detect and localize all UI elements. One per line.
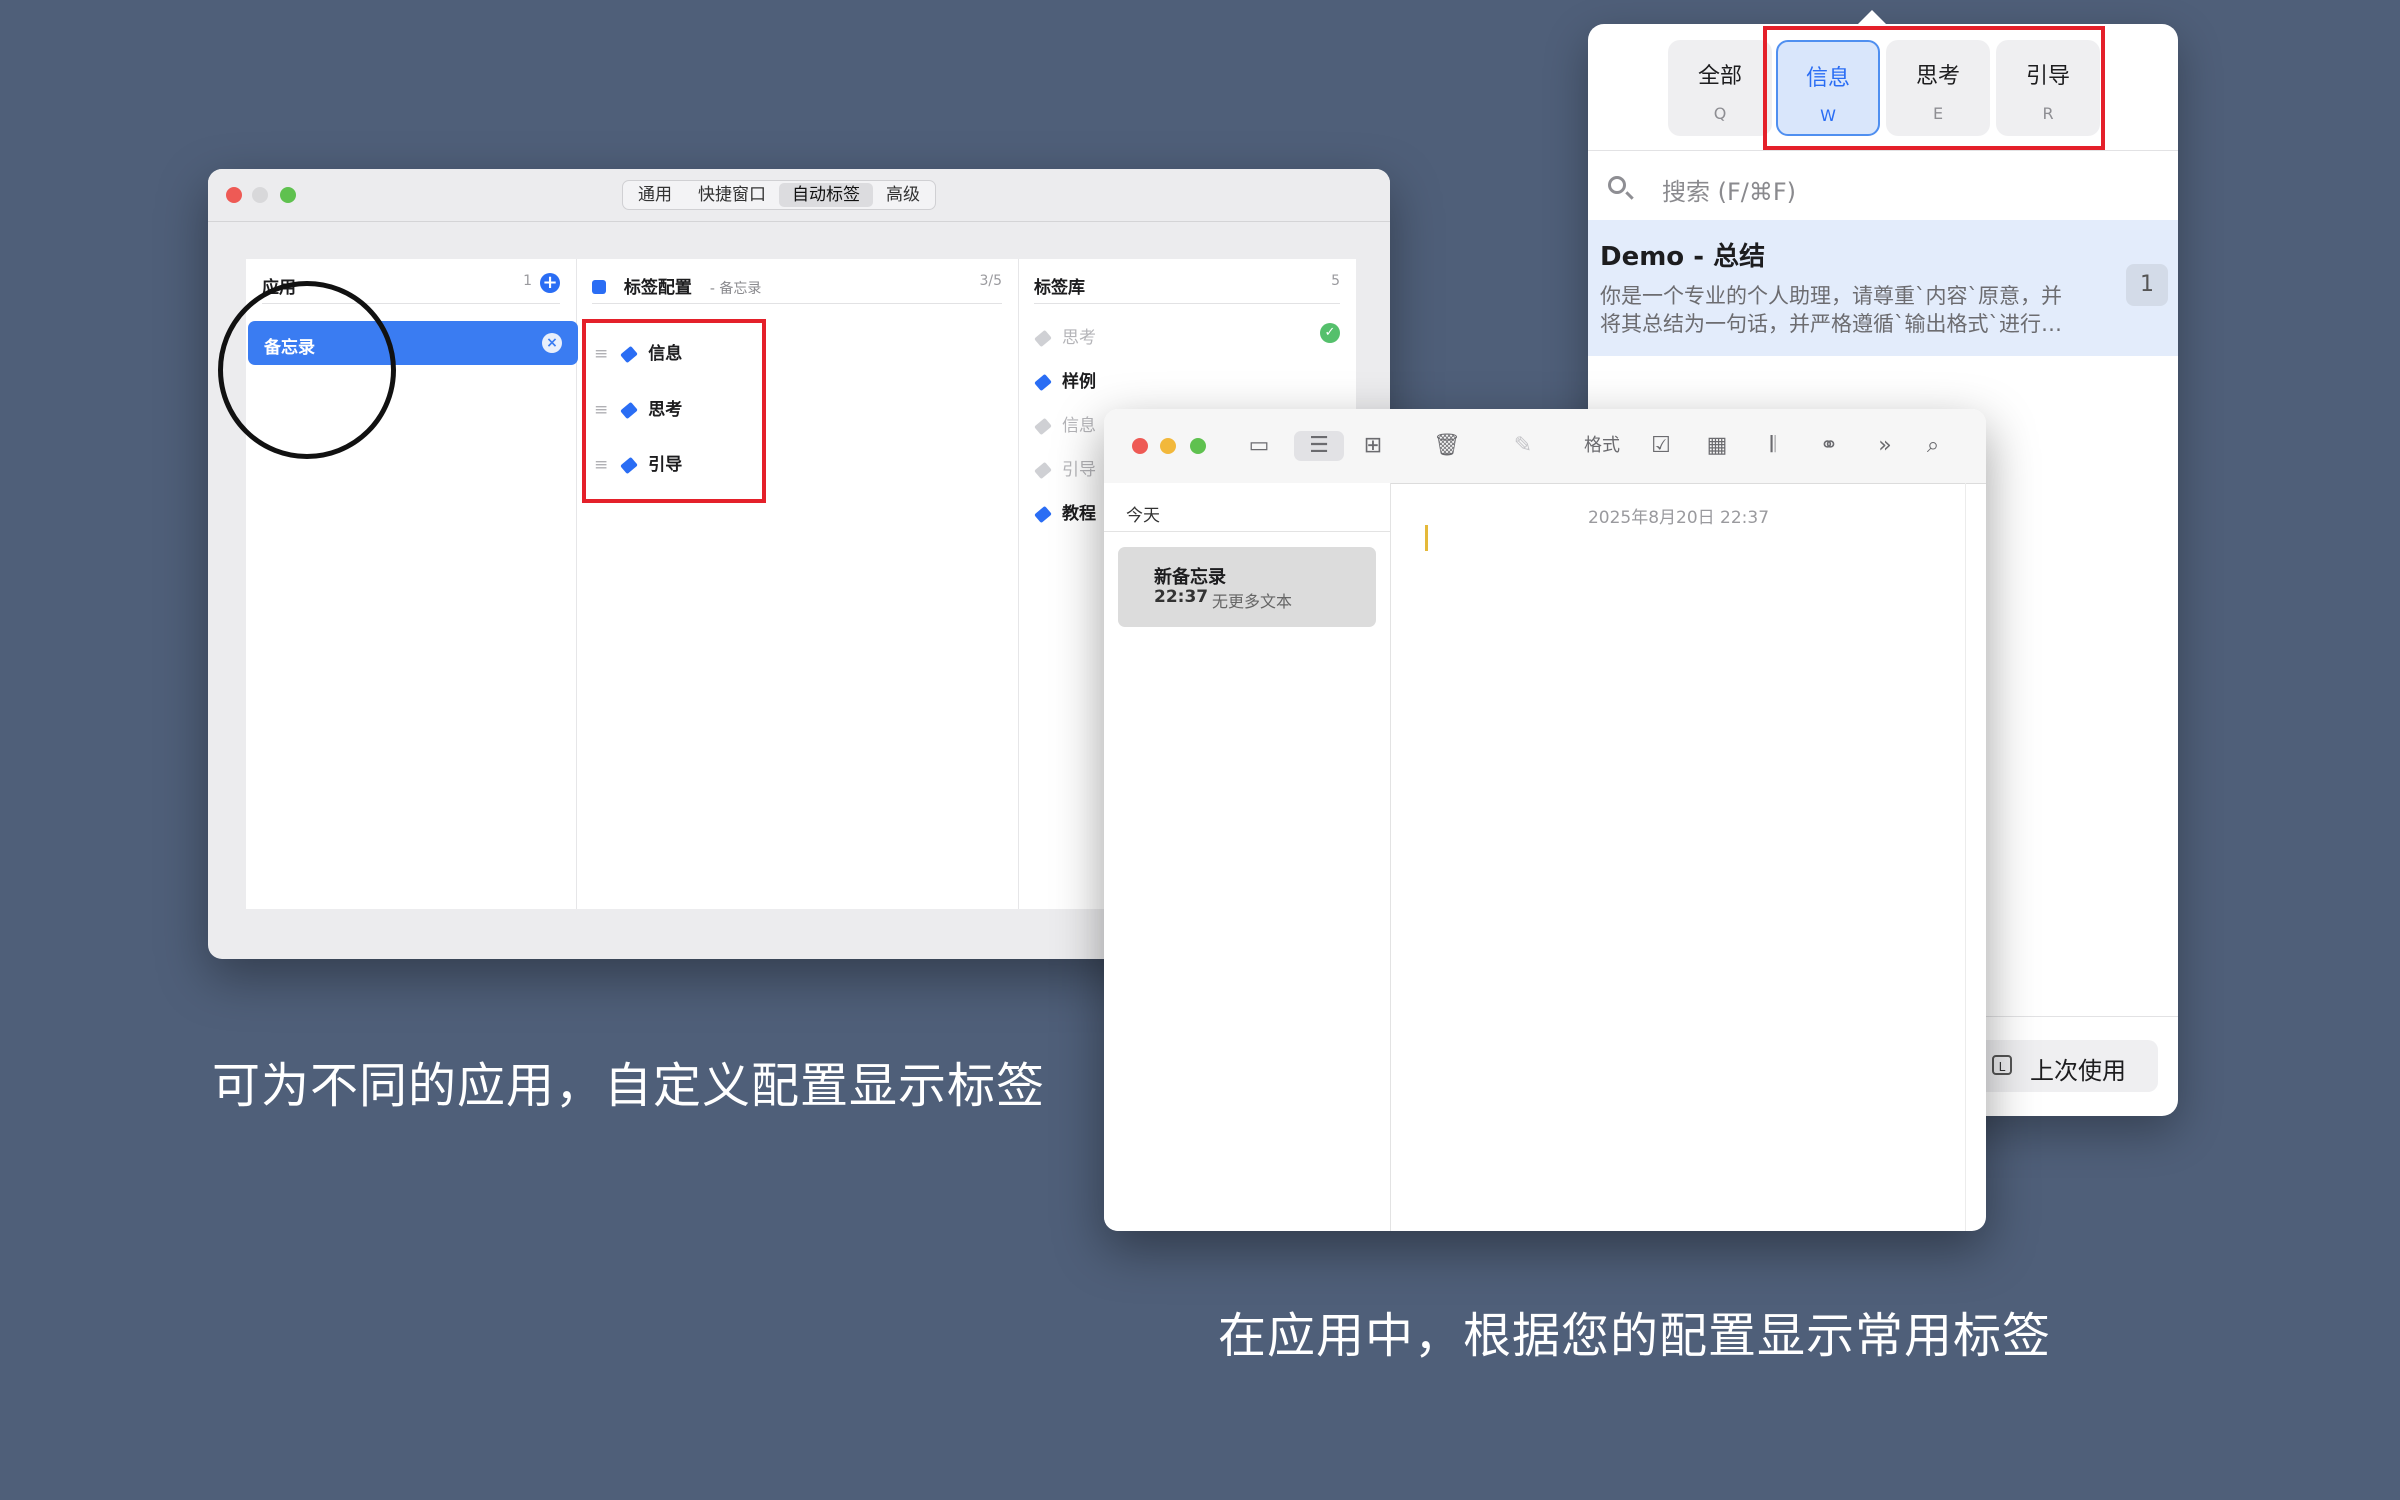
divider: [1104, 531, 1390, 532]
popover-tab-all[interactable]: 全部 Q: [1668, 40, 1772, 136]
last-used-label: 上次使用: [2030, 1057, 2126, 1085]
tag-config-column: 标签配置 - 备忘录 3/5 ≡ 信息 ≡ 思考 ≡ 引导: [576, 259, 1019, 909]
prompt-list-item[interactable]: Demo - 总结 你是一个专业的个人助理，请尊重`内容`原意，并 将其总结为一…: [1588, 220, 2178, 356]
notes-window: ▭ ☰ ⊞ 🗑 ✎ 格式 ☑ ▦ 𝄃 ⚭ » ⌕ 今天 新备忘录 22:37 无…: [1104, 409, 1986, 1231]
minimize-window-button[interactable]: [1160, 438, 1176, 454]
settings-titlebar: 通用 快捷窗口 自动标签 高级: [208, 169, 1390, 222]
settings-tab-control: 通用 快捷窗口 自动标签 高级: [622, 180, 936, 210]
audio-icon[interactable]: 𝄃: [1756, 431, 1790, 461]
tag-library-header: 标签库 5: [1034, 273, 1340, 304]
tab-advanced[interactable]: 高级: [873, 183, 933, 207]
gallery-view-icon[interactable]: ⊞: [1356, 431, 1390, 461]
tab-general[interactable]: 通用: [625, 183, 685, 207]
popover-tab-label: 全部: [1697, 64, 1742, 89]
scrollbar[interactable]: [1965, 483, 1986, 1231]
checklist-icon[interactable]: ☑: [1644, 431, 1678, 461]
note-list-item[interactable]: 新备忘录 22:37 无更多文本: [1118, 547, 1376, 627]
caption-right: 在应用中，根据您的配置显示常用标签: [1218, 1308, 2052, 1364]
tag-library-count: 5: [1331, 273, 1340, 289]
search-input[interactable]: 搜索 (F/⌘F): [1608, 170, 2148, 210]
prompt-shortcut-badge: 1: [2126, 264, 2168, 306]
library-tag-item[interactable]: 教程: [1034, 499, 1096, 529]
search-placeholder: 搜索 (F/⌘F): [1662, 178, 1797, 206]
popover-pointer: [1856, 10, 1888, 26]
list-view-icon[interactable]: ☰: [1294, 431, 1344, 461]
stack-icon: [592, 280, 606, 294]
tag-config-title: 标签配置: [623, 278, 692, 298]
highlight-circle: [218, 281, 396, 459]
tab-auto-tags[interactable]: 自动标签: [779, 183, 873, 207]
library-tag-item[interactable]: 信息: [1034, 411, 1096, 441]
note-preview: 无更多文本: [1212, 592, 1293, 611]
prompt-title: Demo - 总结: [1600, 242, 1766, 272]
note-title: 新备忘录: [1154, 567, 1226, 588]
more-chevron-icon[interactable]: »: [1868, 431, 1902, 461]
format-button[interactable]: 格式: [1576, 431, 1628, 461]
text-caret: [1425, 525, 1428, 551]
tab-quick-window[interactable]: 快捷窗口: [685, 183, 779, 207]
notes-sidebar: 今天 新备忘录 22:37 无更多文本: [1104, 483, 1391, 1231]
search-icon: [1608, 176, 1626, 194]
tag-icon: [1034, 373, 1052, 392]
highlight-box: [582, 319, 766, 503]
tag-icon: [1034, 417, 1052, 436]
library-tag-label: 教程: [1062, 504, 1096, 524]
apps-count: 1: [523, 273, 532, 289]
popover-tab-shortcut: Q: [1713, 104, 1727, 123]
checkmark-icon: ✓: [1320, 323, 1340, 343]
note-editor[interactable]: 2025年8月20日 22:37: [1391, 483, 1966, 1231]
close-window-button[interactable]: [226, 187, 242, 203]
tag-icon: [1034, 505, 1052, 524]
add-app-button[interactable]: +: [540, 273, 560, 293]
prompt-description-line: 你是一个专业的个人助理，请尊重`内容`原意，并: [1600, 284, 2062, 308]
zoom-window-button[interactable]: [280, 187, 296, 203]
table-icon[interactable]: ▦: [1700, 431, 1734, 461]
note-date-header: 2025年8月20日 22:37: [1587, 508, 1770, 528]
search-icon[interactable]: ⌕: [1916, 431, 1950, 461]
share-link-icon[interactable]: ⚭: [1812, 431, 1846, 461]
remove-app-icon[interactable]: ×: [542, 333, 562, 353]
tag-library-title: 标签库: [1034, 278, 1085, 298]
library-tag-item[interactable]: 思考: [1034, 323, 1096, 353]
section-header: 今天: [1126, 506, 1160, 526]
library-tag-item[interactable]: 样例: [1034, 367, 1096, 397]
last-used-button[interactable]: L 上次使用: [1970, 1040, 2158, 1092]
tag-icon: [1034, 461, 1052, 480]
sidebar-toggle-icon[interactable]: ▭: [1242, 431, 1276, 461]
library-tag-label: 思考: [1062, 328, 1096, 348]
tag-config-count: 3/5: [979, 273, 1002, 289]
prompt-description: 你是一个专业的个人助理，请尊重`内容`原意，并 将其总结为一句话，并严格遵循`输…: [1600, 282, 2120, 338]
notes-toolbar: ▭ ☰ ⊞ 🗑 ✎ 格式 ☑ ▦ 𝄃 ⚭ » ⌕: [1104, 409, 1986, 484]
note-time: 22:37: [1154, 587, 1209, 607]
tag-config-subtitle: - 备忘录: [709, 281, 762, 297]
highlight-box: [1763, 26, 2105, 150]
tag-icon: [1034, 329, 1052, 348]
tag-config-header: 标签配置 - 备忘录 3/5: [592, 273, 1002, 304]
plus-icon: +: [542, 272, 558, 293]
prompt-description-line: 将其总结为一句话，并严格遵循`输出格式`进行…: [1600, 312, 2062, 336]
keyboard-key-icon: L: [1992, 1055, 2012, 1075]
minimize-window-button[interactable]: [252, 187, 268, 203]
zoom-window-button[interactable]: [1190, 438, 1206, 454]
close-window-button[interactable]: [1132, 438, 1148, 454]
library-tag-label: 样例: [1062, 372, 1096, 392]
divider: [1588, 150, 2178, 151]
apps-column: 应用 + 1 备忘录 ×: [218, 259, 578, 909]
trash-icon[interactable]: 🗑: [1430, 431, 1464, 461]
library-tag-item[interactable]: 引导: [1034, 455, 1096, 485]
caption-left: 可为不同的应用，自定义配置显示标签: [212, 1058, 1046, 1114]
compose-icon[interactable]: ✎: [1506, 431, 1540, 461]
library-tag-label: 引导: [1062, 460, 1096, 480]
library-tag-label: 信息: [1062, 416, 1096, 436]
